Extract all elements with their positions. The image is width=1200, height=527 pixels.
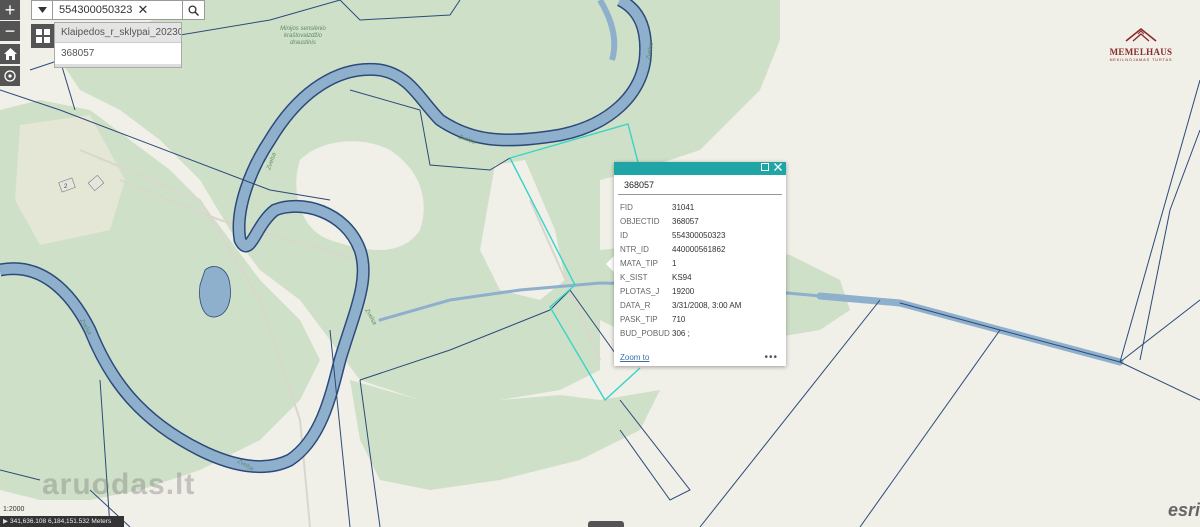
popup-row-pask-tip: PASK_TIP 710 <box>620 312 780 326</box>
search-source-dropdown[interactable] <box>31 0 53 20</box>
zoom-in-button[interactable]: + <box>0 0 20 20</box>
search-suggestions: Klaipedos_r_sklypai_2023060 368057 <box>54 22 182 68</box>
field-name: BUD_POBUD <box>620 328 670 338</box>
zoom-out-button[interactable]: − <box>0 21 20 41</box>
minus-icon: − <box>4 21 16 41</box>
field-value: 554300050323 <box>672 230 726 240</box>
basemap-gallery-button[interactable] <box>31 24 55 48</box>
field-value: 31041 <box>672 202 695 212</box>
scale-text: 1:2000 <box>3 506 25 513</box>
locate-button[interactable] <box>0 66 20 86</box>
search-input[interactable] <box>53 0 183 20</box>
zoom-to-link[interactable]: Zoom to <box>620 353 649 362</box>
popup-row-fid: FID 31041 <box>620 200 780 214</box>
field-name: FID <box>620 202 633 212</box>
field-value: 1 <box>672 258 677 268</box>
field-value: 306 ; <box>672 328 690 338</box>
field-name: ID <box>620 230 628 240</box>
search-icon <box>188 4 199 16</box>
feature-popup: 368057 FID 31041 OBJECTID 368057 ID 5543000… <box>614 162 786 366</box>
field-value: KS94 <box>672 272 692 282</box>
plus-icon: + <box>4 0 16 20</box>
field-name: OBJECTID <box>620 216 660 226</box>
maximize-icon[interactable] <box>760 163 770 173</box>
grid-icon <box>36 29 50 43</box>
lake <box>199 266 231 318</box>
field-value: 19200 <box>672 286 695 296</box>
coordinate-readout: ▶ 341,636.108 6,184,151.532 Meters <box>0 516 124 527</box>
more-actions-icon[interactable]: ••• <box>764 352 778 363</box>
popup-header-bar <box>614 162 786 175</box>
popup-row-data-r: DATA_R 3/31/2008, 3:00 AM <box>620 298 780 312</box>
close-icon[interactable] <box>773 163 783 173</box>
field-value: 440000561862 <box>672 244 726 254</box>
field-value: 3/31/2008, 3:00 AM <box>672 300 742 310</box>
locate-icon <box>4 70 16 82</box>
popup-pointer <box>606 256 614 272</box>
popup-row-plotas-j: PLOTAS_J 19200 <box>620 284 780 298</box>
coordinate-value: 341,636.108 6,184,151.532 Meters <box>10 518 112 525</box>
clear-search-icon[interactable]: ✕ <box>136 2 150 18</box>
popup-row-id: ID 554300050323 <box>620 228 780 242</box>
field-value: 710 <box>672 314 686 324</box>
search-button[interactable] <box>183 0 205 20</box>
logo-subtitle: NEKILNOJAMAS TURTAS <box>1109 57 1173 62</box>
logo-name: MEMELHAUS <box>1109 47 1173 57</box>
field-name: PLOTAS_J <box>620 286 660 296</box>
field-name: NTR_ID <box>620 244 649 254</box>
aruodas-watermark: aruodas.lt <box>42 468 196 501</box>
field-name: MATA_TIP <box>620 258 658 268</box>
field-name: DATA_R <box>620 300 651 310</box>
popup-row-objectid: OBJECTID 368057 <box>620 214 780 228</box>
popup-row-k-sist: K_SIST KS94 <box>620 270 780 284</box>
logo-house-icon <box>1125 27 1157 42</box>
attribute-panel-toggle[interactable] <box>588 521 624 527</box>
popup-footer: Zoom to ••• <box>614 348 786 366</box>
home-button[interactable] <box>0 44 20 64</box>
home-icon <box>3 48 17 60</box>
caret-down-icon <box>37 7 47 13</box>
field-name: PASK_TIP <box>620 314 658 324</box>
esri-attribution: esri <box>1168 500 1200 520</box>
suggestion-layer-header: Klaipedos_r_sklypai_2023060 <box>55 23 181 43</box>
suggestion-item[interactable]: 368057 <box>55 43 181 67</box>
pointer-icon: ▶ <box>3 518 8 525</box>
map-canvas[interactable]: Minijos senslėnio kraštovaizdžio drausti… <box>0 0 1200 527</box>
field-value: 368057 <box>672 216 699 226</box>
popup-row-ntr-id: NTR_ID 440000561862 <box>620 242 780 256</box>
popup-row-bud-pobud: BUD_POBUD 306 ; <box>620 326 780 340</box>
park-label-line-1: Minijos senslėnio <box>280 26 326 32</box>
memelhaus-logo: MEMELHAUS NEKILNOJAMAS TURTAS <box>1104 27 1178 62</box>
park-label-line-2: kraštovaizdžio <box>284 33 323 39</box>
popup-title: 368057 <box>618 175 782 195</box>
popup-row-mata-tip: MATA_TIP 1 <box>620 256 780 270</box>
popup-attribute-table: FID 31041 OBJECTID 368057 ID 554300050323 N… <box>614 195 786 340</box>
field-name: K_SIST <box>620 272 648 282</box>
search-widget <box>31 0 205 20</box>
park-label-line-3: draustinis <box>290 40 316 46</box>
